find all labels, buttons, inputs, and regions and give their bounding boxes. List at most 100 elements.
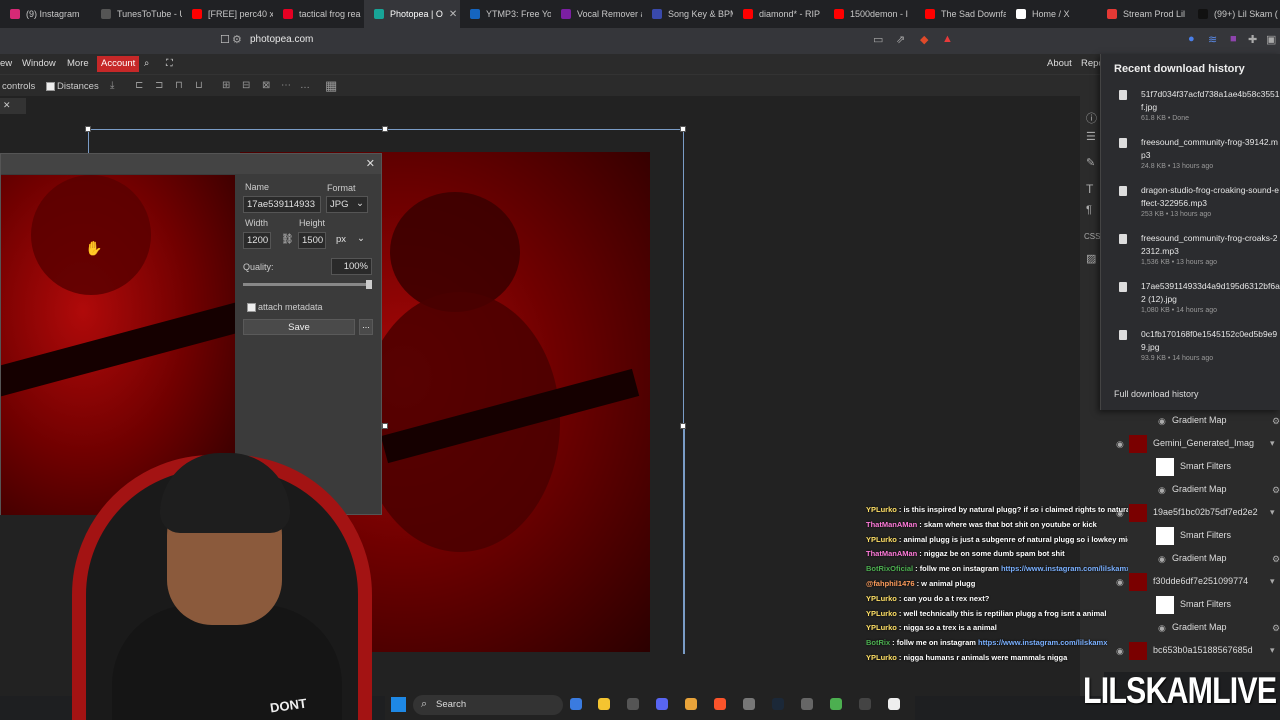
close-icon[interactable]: ✕ — [449, 9, 457, 20]
chevron-down-icon[interactable]: ▾ — [1270, 645, 1275, 656]
align-download-icon[interactable]: ⤓ — [110, 80, 114, 91]
menu-view[interactable]: ew — [0, 58, 12, 69]
puzzle-icon[interactable]: ✚ — [1248, 33, 1257, 46]
close-icon[interactable]: ✕ — [366, 157, 375, 170]
more-options-icon[interactable]: … — [300, 80, 310, 91]
eye-icon[interactable]: ◉ — [1116, 439, 1124, 450]
settings-icon[interactable]: ⚙ — [1272, 623, 1280, 634]
layer-row[interactable]: ◉ Gradient Map ⚙ — [1100, 479, 1280, 501]
search-icon[interactable]: ⌕ — [144, 58, 149, 69]
taskbar-search[interactable]: ⌕ Search — [413, 695, 563, 715]
menu-about[interactable]: About — [1047, 58, 1072, 69]
transform-handle[interactable] — [382, 126, 388, 132]
link-icon[interactable]: ⛓ — [281, 234, 294, 245]
discord-icon[interactable] — [656, 698, 668, 710]
file-explorer-icon[interactable] — [598, 698, 610, 710]
bookmark-icon[interactable]: ☐ — [220, 33, 230, 46]
image-icon[interactable]: ▨ — [1086, 252, 1096, 265]
eye-icon[interactable]: ◉ — [1158, 416, 1166, 427]
format-select[interactable]: JPG ⌄ — [326, 196, 368, 213]
steam-icon[interactable] — [772, 698, 784, 710]
windows-start-icon[interactable] — [391, 697, 406, 712]
quality-slider[interactable] — [243, 280, 372, 289]
chat-link[interactable]: https://www.instagram.com/lilskamx — [1001, 564, 1128, 573]
layer-row[interactable]: ◉Smart Filters — [1100, 456, 1280, 478]
download-item[interactable]: dragon-studio-frog-croaking-sound-effect… — [1101, 184, 1280, 232]
layer-row[interactable]: ◉ Gemini_Generated_Imag ▾ — [1100, 433, 1280, 455]
more-options-button[interactable]: ... — [359, 319, 373, 335]
eye-icon[interactable]: ◉ — [1158, 623, 1166, 634]
attach-metadata-checkbox[interactable] — [247, 303, 256, 312]
align-center-icon[interactable]: ⊐ — [155, 80, 163, 91]
download-item[interactable]: freesound_community-frog-39142.mp3 24.8 K… — [1101, 136, 1280, 184]
extension-icon-3[interactable]: ■ — [1230, 33, 1237, 45]
fullscreen-icon[interactable]: ⛶ — [166, 58, 173, 69]
distances-checkbox[interactable] — [46, 82, 55, 91]
brave-shield-icon[interactable]: ◆ — [920, 33, 928, 46]
browser-tab[interactable]: tactical frog rea — [273, 0, 364, 28]
browser-tab[interactable]: Home / X — [1006, 0, 1097, 28]
transform-handle[interactable] — [382, 423, 388, 429]
close-icon[interactable]: ✕ — [3, 100, 11, 110]
distribute-icon[interactable]: ⊞ — [222, 80, 230, 91]
distribute-4-icon[interactable]: ⋯ — [281, 80, 291, 91]
download-item[interactable]: 17ae539114933d4a9d195d6312bf6a2 (12).jpg… — [1101, 280, 1280, 328]
app-icon-2[interactable] — [685, 698, 697, 710]
save-button[interactable]: Save — [243, 319, 355, 335]
obs-icon[interactable] — [743, 698, 755, 710]
distribute-2-icon[interactable]: ⊟ — [242, 80, 250, 91]
brave-rewards-icon[interactable]: ▲ — [942, 33, 953, 45]
download-item[interactable]: 51f7d034f37acfd738a1ae4b58c3551f.jpg 61.8… — [1101, 88, 1280, 136]
sidebar-icon[interactable]: ▣ — [1266, 33, 1276, 46]
copilot-icon[interactable] — [570, 698, 582, 710]
browser-tab[interactable]: [FREE] perc40 x — [182, 0, 273, 28]
chevron-down-icon[interactable]: ▾ — [1270, 576, 1275, 587]
height-input[interactable]: 1500 — [298, 232, 326, 249]
url-field[interactable]: photopea.com — [250, 34, 313, 45]
browser-tab[interactable]: (9) Instagram — [0, 0, 91, 28]
browser-tab[interactable]: Photopea | O ✕ — [364, 0, 460, 28]
menu-window[interactable]: Window — [22, 58, 56, 69]
browser-tab[interactable]: TunesToTube - U — [91, 0, 182, 28]
document-tab[interactable]: ✕ — [0, 98, 26, 114]
distribute-3-icon[interactable]: ⊠ — [262, 80, 270, 91]
eye-icon[interactable]: ◉ — [1158, 485, 1166, 496]
width-input[interactable]: 1200 — [243, 232, 271, 249]
browser-tab[interactable]: YTMP3: Free You — [460, 0, 551, 28]
browser-tab[interactable]: 1500demon - I — [824, 0, 915, 28]
quality-input[interactable]: 100% — [331, 258, 372, 275]
layer-row[interactable]: ◉ Gradient Map ⚙ — [1100, 410, 1280, 432]
chat-link[interactable]: https://www.instagram.com/lilskamx — [978, 638, 1107, 647]
browser-tab[interactable]: (99+) Lil Skam ( — [1188, 0, 1279, 28]
browser-tab[interactable]: diamond* - RIP — [733, 0, 824, 28]
transform-handle[interactable] — [680, 423, 686, 429]
download-item[interactable]: freesound_community-frog-croaks-22312.mp… — [1101, 232, 1280, 280]
chevron-down-icon[interactable]: ▾ — [1270, 438, 1275, 449]
app-icon-5[interactable] — [859, 698, 871, 710]
grid-icon[interactable]: ▦ — [325, 78, 337, 94]
settings-icon[interactable]: ⚙ — [1272, 554, 1280, 565]
browser-tab[interactable]: Vocal Remover a — [551, 0, 642, 28]
unit-select[interactable]: px ⌄ — [333, 232, 368, 249]
align-left-icon[interactable]: ⊏ — [135, 80, 143, 91]
share-icon[interactable]: ⇗ — [896, 33, 905, 46]
app-icon[interactable] — [627, 698, 639, 710]
site-info-icon[interactable]: ⚙ — [232, 33, 242, 46]
extension-icon-2[interactable]: ≋ — [1208, 33, 1217, 46]
transform-handle[interactable] — [85, 126, 91, 132]
settings-icon[interactable]: ⚙ — [1272, 485, 1280, 496]
browser-tab[interactable]: Stream Prod Lil — [1097, 0, 1188, 28]
cast-icon[interactable]: ▭ — [873, 33, 883, 46]
full-download-history-link[interactable]: Full download history — [1114, 389, 1199, 399]
info-icon[interactable]: ⓘ — [1086, 110, 1097, 126]
app-icon-4[interactable] — [830, 698, 842, 710]
browser-tab[interactable]: Song Key & BPM — [642, 0, 733, 28]
dialog-titlebar[interactable] — [1, 154, 381, 174]
eye-icon[interactable]: ◉ — [1158, 554, 1166, 565]
chevron-down-icon[interactable]: ▾ — [1270, 507, 1275, 518]
app-icon-6[interactable] — [888, 698, 900, 710]
properties-icon[interactable]: ☰ — [1086, 130, 1096, 143]
character-icon[interactable]: T — [1086, 182, 1093, 196]
transform-handle[interactable] — [680, 126, 686, 132]
quality-slider-knob[interactable] — [366, 280, 372, 289]
